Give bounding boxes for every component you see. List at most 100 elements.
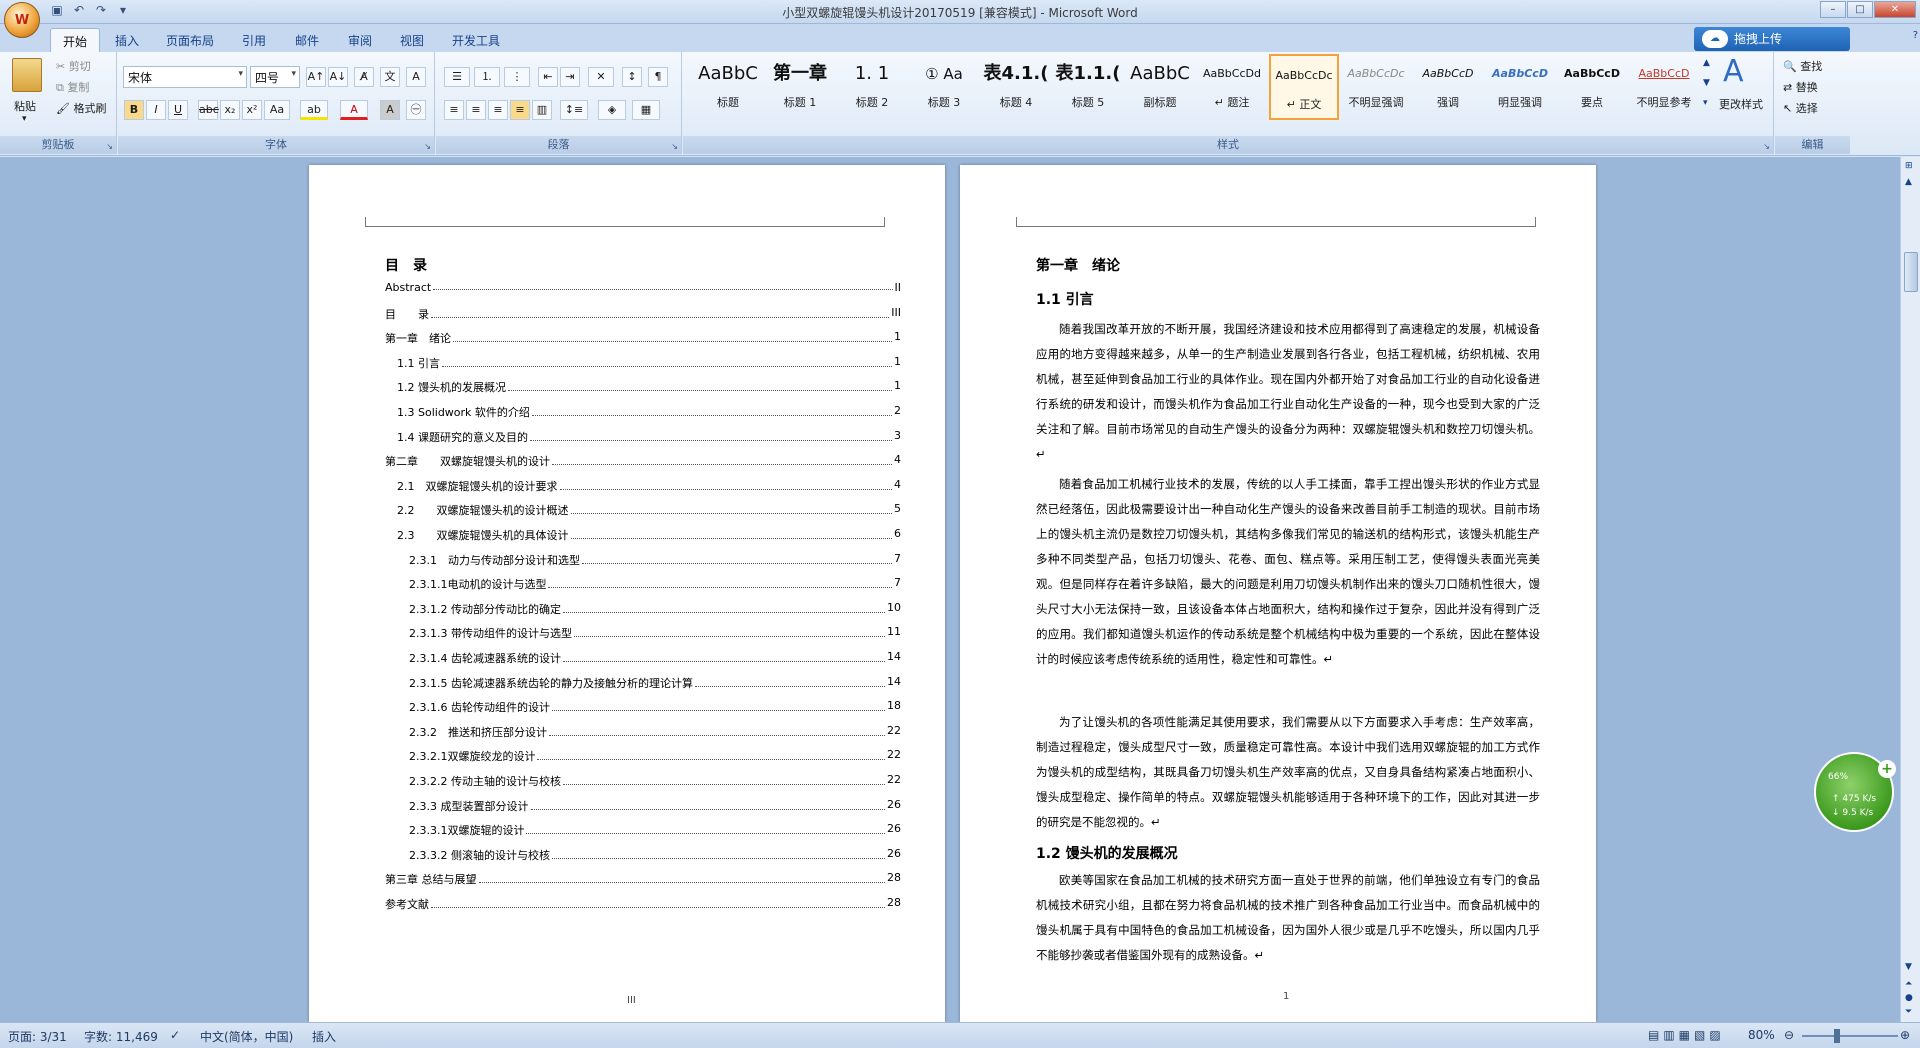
shrink-font-icon[interactable]: A↓ [328,67,348,87]
toc-entry[interactable]: 2.3.1.4 齿轮减速器系统的设计 14 [409,650,901,666]
redo-icon[interactable]: ↷ [92,3,110,19]
format-painter-button[interactable]: 🖌 格式刷 [56,100,106,116]
toc-entry[interactable]: 2.3.3.2 侧滚轴的设计与校核 26 [409,847,901,863]
cut-button[interactable]: ✂ 剪切 [56,58,91,74]
tab-home[interactable]: 开始 [50,28,101,52]
close-button[interactable]: ✕ [1874,1,1916,18]
status-insert-mode[interactable]: 插入 [312,1028,336,1045]
styles-more-icon[interactable]: ▾ [1703,98,1708,108]
clear-format-icon[interactable]: A̸ [354,67,374,87]
copy-button[interactable]: ⧉ 复制 [56,79,89,95]
style-intense-emphasis[interactable]: AaBbCcD 明显强调 [1485,54,1555,120]
styles-scroll-up-icon[interactable]: ▲ [1703,58,1710,68]
toc-entry[interactable]: 2.3.1.2 传动部分传动比的确定 10 [409,601,901,617]
status-language[interactable]: 中文(简体，中国) [200,1028,293,1045]
toc-entry[interactable]: 参考文献 28 [385,896,901,912]
tab-view[interactable]: 视图 [388,28,436,52]
highlight-icon[interactable]: ab [300,100,328,120]
subscript-icon[interactable]: x₂ [220,100,240,120]
phonetic-guide-icon[interactable]: 文 [380,67,400,87]
save-icon[interactable]: ▣ [48,3,66,19]
vertical-scrollbar[interactable]: ⊞ ▲ ▼ ⏶ ● ⏷ [1900,157,1920,1022]
style-title[interactable]: AaBbC 标题 [693,54,763,120]
replace-button[interactable]: ⇄ 替换 [1783,79,1818,95]
toc-entry[interactable]: 第三章 总结与展望 28 [385,871,901,887]
sort-icon[interactable]: ↕ [622,67,642,87]
font-launcher-icon[interactable]: ↘ [424,142,431,151]
next-page-icon[interactable]: ⏷ [1905,1007,1912,1017]
toc-entry[interactable]: 2.3.3 成型装置部分设计 26 [409,798,901,814]
status-word-count[interactable]: 字数: 11,469 [84,1028,158,1045]
styles-scroll-down-icon[interactable]: ▼ [1703,78,1710,88]
tab-references[interactable]: 引用 [230,28,278,52]
paste-dropdown-icon[interactable]: ▾ [22,114,27,124]
find-button[interactable]: 🔍 查找 [1783,58,1822,74]
toc-entry[interactable]: 2.3.3.1双螺旋辊的设计 26 [409,822,901,838]
change-styles-button[interactable]: 更改样式 [1719,96,1763,112]
status-page[interactable]: 页面: 3/31 [8,1028,67,1045]
character-shading-icon[interactable]: A [380,100,400,120]
toc-entry[interactable]: 1.3 Solidwork 软件的介绍 2 [397,404,901,420]
toc-entry[interactable]: 2.3.1.5 齿轮减速器系统齿轮的静力及接触分析的理论计算 14 [409,675,901,691]
grow-font-icon[interactable]: A↑ [306,67,326,87]
style-caption[interactable]: AaBbCcDd ↵ 题注 [1197,54,1267,120]
tab-mailings[interactable]: 邮件 [283,28,331,52]
tab-page-layout[interactable]: 页面布局 [154,28,226,52]
font-color-icon[interactable]: A [340,100,368,120]
chinese-layout-icon[interactable]: ✕ [588,67,614,87]
toc-entry[interactable]: 第一章 绪论 1 [385,330,901,346]
select-button[interactable]: ↖ 选择 [1783,100,1818,116]
toc-entry[interactable]: 2.3 双螺旋辊馒头机的具体设计 6 [397,527,901,543]
align-right-icon[interactable]: ≡ [488,100,508,120]
zoom-slider[interactable] [1802,1035,1898,1037]
paste-button[interactable]: 粘贴 [14,98,36,114]
scroll-thumb[interactable] [1904,252,1918,292]
paragraph-launcher-icon[interactable]: ↘ [671,142,678,151]
toc-entry[interactable]: 1.1 引言 1 [397,355,901,371]
undo-icon[interactable]: ↶ [70,3,88,19]
align-left-icon[interactable]: ≡ [444,100,464,120]
bold-icon[interactable]: B [124,100,144,120]
style-heading-4[interactable]: 表4.1.(标题 4 [981,54,1051,120]
distributed-icon[interactable]: ▥ [532,100,552,120]
office-button[interactable]: W [4,2,40,38]
style-emphasis[interactable]: AaBbCcD 强调 [1413,54,1483,120]
toc-entry[interactable]: 2.3.2.2 传动主轴的设计与校核 22 [409,773,901,789]
style-strong[interactable]: AaBbCcD 要点 [1557,54,1627,120]
maximize-button[interactable]: □ [1847,1,1873,18]
shading-icon[interactable]: ◈ [598,100,626,120]
toc-entry[interactable]: 2.3.1.6 齿轮传动组件的设计 18 [409,699,901,715]
page-chapter-1[interactable]: 第一章 绪论 1.1 引言 随着我国改革开放的不断开展，我国经济建设和技术应用都… [960,165,1596,1022]
underline-icon[interactable]: U [168,100,188,120]
toc-entry[interactable]: 2.3.2.1双螺旋绞龙的设计 22 [409,748,901,764]
style-normal[interactable]: AaBbCcDc ↵ 正文 [1269,54,1339,120]
customize-qat-icon[interactable]: ▾ [114,3,132,19]
increase-indent-icon[interactable]: ⇥ [560,67,580,87]
ruler-toggle-icon[interactable]: ⊞ [1905,161,1913,171]
change-styles-icon[interactable]: A [1723,54,1744,89]
document-area[interactable] [0,157,1900,1022]
font-name-combo[interactable]: 宋体 ▾ [123,66,247,88]
font-size-combo[interactable]: 四号 ▾ [250,66,300,88]
zoom-slider-thumb[interactable] [1834,1029,1840,1043]
character-border-icon[interactable]: A [406,67,426,87]
zoom-out-icon[interactable]: ⊖ [1784,1028,1794,1042]
tab-insert[interactable]: 插入 [103,28,151,52]
line-spacing-icon[interactable]: ↕≡ [560,100,588,120]
toc-entry[interactable]: 2.1 双螺旋辊馒头机的设计要求 4 [397,478,901,494]
scroll-up-icon[interactable]: ▲ [1905,177,1912,187]
toc-entry[interactable]: 2.3.1.3 带传动组件的设计与选型 11 [409,625,901,641]
clipboard-launcher-icon[interactable]: ↘ [106,142,113,151]
page-toc[interactable]: 目 录 Abstract II 目 录 III 第一章 绪论 1 1.1 引言 1 1.2 馒头… [309,165,945,1022]
minimize-button[interactable]: – [1820,1,1846,18]
style-subtle-reference[interactable]: AaBbCcD 不明显参考 [1629,54,1699,120]
toc-entry[interactable]: 2.2 双螺旋辊馒头机的设计概述 5 [397,502,901,518]
network-speed-widget[interactable]: 66% ↑ 475 K/s ↓ 9.5 K/s + [1814,752,1896,832]
toc-entry[interactable]: 2.3.2 推送和挤压部分设计 22 [409,724,901,740]
toc-entry[interactable]: 目 录 III [385,306,901,322]
view-buttons[interactable]: ▤▥▦▧▨ [1648,1028,1725,1042]
status-zoom[interactable]: 80% [1748,1028,1775,1042]
toc-entry[interactable]: 1.4 课题研究的意义及目的 3 [397,429,901,445]
zoom-in-icon[interactable]: ⊕ [1900,1028,1910,1042]
toc-entry[interactable]: Abstract II [385,281,901,294]
